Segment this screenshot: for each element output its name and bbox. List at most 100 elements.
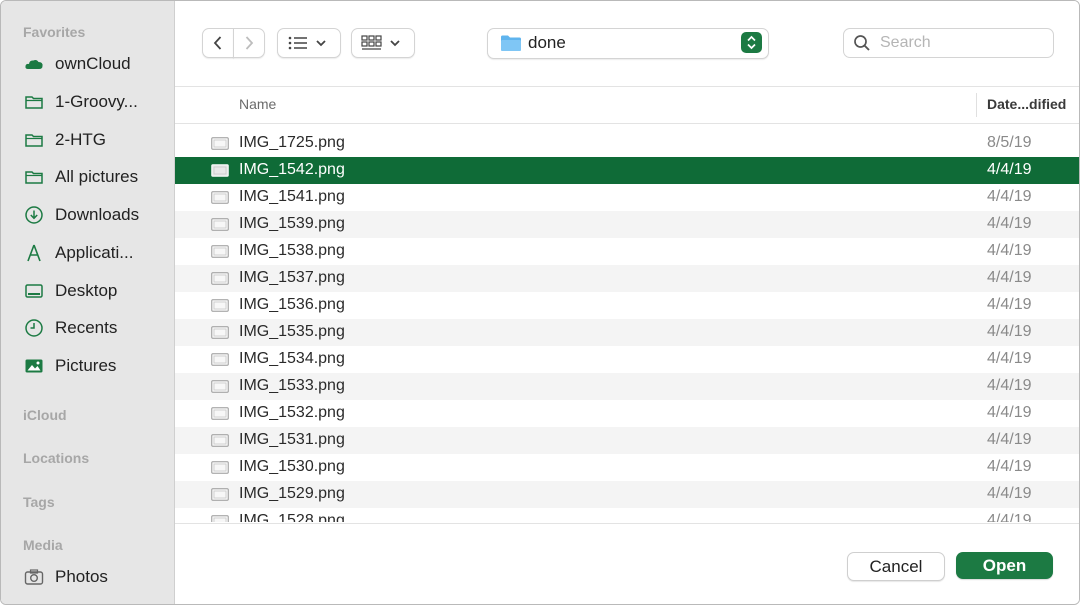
updown-chevron-icon bbox=[741, 32, 762, 53]
file-name: IMG_1538.png bbox=[239, 242, 345, 259]
file-row[interactable]: IMG_1538.png 4/4/19 bbox=[175, 238, 1079, 265]
file-row[interactable]: IMG_1539.png 4/4/19 bbox=[175, 211, 1079, 238]
desktop-icon bbox=[23, 280, 45, 302]
folder-icon bbox=[500, 34, 522, 57]
sidebar-item-recents[interactable]: Recents bbox=[23, 313, 171, 343]
sidebar-item-htg[interactable]: 2-HTG bbox=[23, 125, 171, 155]
sidebar-section-favorites: Favorites bbox=[23, 24, 86, 40]
cloud-icon bbox=[23, 53, 45, 75]
sidebar: Favorites ownCloud 1-Groovy... 2-HTG All… bbox=[1, 1, 175, 604]
file-row[interactable]: IMG_1533.png 4/4/19 bbox=[175, 373, 1079, 400]
list-view-button[interactable] bbox=[277, 28, 341, 58]
search-field[interactable]: Search bbox=[843, 28, 1054, 58]
applications-icon bbox=[23, 242, 45, 264]
sidebar-item-photos[interactable]: Photos bbox=[23, 562, 171, 592]
file-name: IMG_1535.png bbox=[239, 323, 345, 340]
file-name: IMG_1542.png bbox=[239, 161, 345, 178]
chevron-left-icon bbox=[213, 36, 222, 50]
sidebar-item-pictures[interactable]: Pictures bbox=[23, 351, 171, 381]
pictures-icon bbox=[23, 355, 45, 377]
sidebar-section-icloud[interactable]: iCloud bbox=[23, 407, 67, 423]
file-row[interactable]: IMG_1528.png 4/4/19 bbox=[175, 508, 1079, 522]
file-row[interactable]: IMG_1531.png 4/4/19 bbox=[175, 427, 1079, 454]
sidebar-section-tags[interactable]: Tags bbox=[23, 494, 55, 510]
image-file-icon bbox=[211, 407, 229, 420]
file-row[interactable]: IMG_1536.png 4/4/19 bbox=[175, 292, 1079, 319]
file-date-modified: 4/4/19 bbox=[987, 512, 1032, 522]
file-row[interactable]: IMG_1532.png 4/4/19 bbox=[175, 400, 1079, 427]
forward-button[interactable] bbox=[233, 28, 265, 58]
clock-icon bbox=[23, 317, 45, 339]
folder-icon bbox=[23, 91, 45, 113]
sidebar-section-locations[interactable]: Locations bbox=[23, 450, 89, 466]
file-date-modified: 4/4/19 bbox=[987, 404, 1032, 421]
image-file-icon bbox=[211, 353, 229, 366]
file-row[interactable]: IMG_1542.png 4/4/19 bbox=[175, 157, 1079, 184]
toolbar: done Search bbox=[175, 1, 1079, 85]
download-icon bbox=[23, 204, 45, 226]
sidebar-item-label: 2-HTG bbox=[55, 130, 106, 149]
column-divider[interactable] bbox=[976, 93, 977, 117]
path-popup-label: done bbox=[528, 33, 566, 52]
file-name: IMG_1528.png bbox=[239, 512, 345, 522]
file-name: IMG_1533.png bbox=[239, 377, 345, 394]
sidebar-item-label: Applicati... bbox=[55, 243, 134, 262]
file-row[interactable]: IMG_1541.png 4/4/19 bbox=[175, 184, 1079, 211]
image-file-icon bbox=[211, 191, 229, 204]
file-row[interactable]: IMG_1529.png 4/4/19 bbox=[175, 481, 1079, 508]
camera-icon bbox=[23, 566, 45, 588]
sidebar-item-desktop[interactable]: Desktop bbox=[23, 276, 171, 306]
file-date-modified: 4/4/19 bbox=[987, 431, 1032, 448]
file-name: IMG_1531.png bbox=[239, 431, 345, 448]
sidebar-item-groovy[interactable]: 1-Groovy... bbox=[23, 87, 171, 117]
file-name: IMG_1530.png bbox=[239, 458, 345, 475]
file-row[interactable]: IMG_1725.png 8/5/19 bbox=[175, 130, 1079, 157]
chevron-down-icon bbox=[390, 40, 400, 47]
file-open-dialog: Favorites ownCloud 1-Groovy... 2-HTG All… bbox=[0, 0, 1080, 605]
open-button[interactable]: Open bbox=[956, 552, 1053, 579]
column-header-name[interactable]: Name bbox=[239, 96, 276, 112]
file-date-modified: 4/4/19 bbox=[987, 161, 1032, 178]
file-name: IMG_1541.png bbox=[239, 188, 345, 205]
image-file-icon bbox=[211, 137, 229, 150]
file-name: IMG_1725.png bbox=[239, 134, 345, 151]
image-file-icon bbox=[211, 434, 229, 447]
sidebar-item-applications[interactable]: Applicati... bbox=[23, 238, 171, 268]
file-date-modified: 4/4/19 bbox=[987, 188, 1032, 205]
file-row[interactable]: IMG_1530.png 4/4/19 bbox=[175, 454, 1079, 481]
cancel-button[interactable]: Cancel bbox=[847, 552, 945, 581]
file-date-modified: 8/5/19 bbox=[987, 134, 1032, 151]
sidebar-item-owncloud[interactable]: ownCloud bbox=[23, 49, 171, 79]
image-file-icon bbox=[211, 272, 229, 285]
file-date-modified: 4/4/19 bbox=[987, 215, 1032, 232]
image-file-icon bbox=[211, 515, 229, 522]
sidebar-section-media: Media bbox=[23, 537, 63, 553]
file-name: IMG_1532.png bbox=[239, 404, 345, 421]
file-date-modified: 4/4/19 bbox=[987, 242, 1032, 259]
column-header-date-modified[interactable]: Date...dified bbox=[987, 96, 1066, 112]
file-name: IMG_1537.png bbox=[239, 269, 345, 286]
list-view-icon bbox=[288, 36, 307, 50]
folder-icon bbox=[23, 166, 45, 188]
file-name: IMG_1534.png bbox=[239, 350, 345, 367]
chevron-down-icon bbox=[316, 40, 326, 47]
file-row[interactable]: IMG_1537.png 4/4/19 bbox=[175, 265, 1079, 292]
sidebar-item-label: Photos bbox=[55, 567, 108, 586]
file-row[interactable]: IMG_1535.png 4/4/19 bbox=[175, 319, 1079, 346]
sidebar-item-all-pictures[interactable]: All pictures bbox=[23, 162, 171, 192]
file-row[interactable]: IMG_1534.png 4/4/19 bbox=[175, 346, 1079, 373]
path-popup[interactable]: done bbox=[487, 28, 769, 59]
image-file-icon bbox=[211, 488, 229, 501]
search-icon bbox=[853, 34, 871, 57]
sidebar-item-label: Recents bbox=[55, 318, 118, 337]
sidebar-item-downloads[interactable]: Downloads bbox=[23, 200, 171, 230]
grid-view-button[interactable] bbox=[351, 28, 415, 58]
back-button[interactable] bbox=[202, 28, 234, 58]
sidebar-item-label: All pictures bbox=[55, 167, 139, 186]
image-file-icon bbox=[211, 380, 229, 393]
file-list: IMG_1725.png 8/5/19 IMG_1542.png 4/4/19 IMG_… bbox=[175, 130, 1079, 522]
file-date-modified: 4/4/19 bbox=[987, 296, 1032, 313]
file-date-modified: 4/4/19 bbox=[987, 485, 1032, 502]
sidebar-item-label: Pictures bbox=[55, 356, 117, 375]
image-file-icon bbox=[211, 326, 229, 339]
